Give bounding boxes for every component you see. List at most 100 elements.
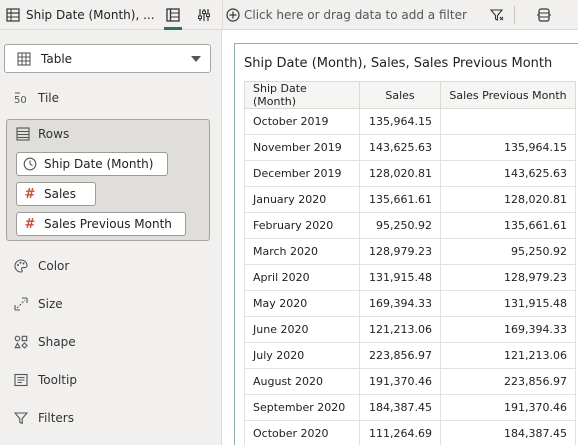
filters-section[interactable]: Filters	[14, 408, 74, 428]
table-row[interactable]: October 2019 135,964.15	[244, 108, 576, 135]
cell-sales[interactable]: 131,915.48	[359, 264, 441, 291]
data-action-button[interactable]	[533, 0, 555, 30]
canvas-tab[interactable]: Ship Date (Month), ...	[0, 0, 158, 30]
cell-sales[interactable]: 223,856.97	[359, 342, 441, 369]
cell-sales[interactable]: 191,370.46	[359, 368, 441, 395]
tooltip-section[interactable]: Tooltip	[14, 370, 77, 390]
tile-section[interactable]: 50 Tile	[14, 88, 59, 108]
cell-ship-date[interactable]: October 2019	[244, 108, 360, 135]
cell-sales-previous-month[interactable]: 184,387.45	[440, 420, 576, 445]
cell-sales-previous-month[interactable]: 135,964.15	[440, 134, 576, 161]
cell-ship-date[interactable]: October 2020	[244, 420, 360, 445]
properties-button[interactable]	[193, 0, 215, 30]
table-row[interactable]: October 2020 111,264.69 184,387.45	[244, 420, 576, 445]
cell-ship-date[interactable]: April 2020	[244, 264, 360, 291]
column-header-sales-previous-month[interactable]: Sales Previous Month	[440, 81, 576, 109]
filter-placeholder: Click here or drag data to add a filter	[244, 8, 467, 22]
cell-sales-previous-month[interactable]: 128,020.81	[440, 186, 576, 213]
table-icon	[17, 51, 31, 66]
row-pill-sales-previous-month[interactable]: # Sales Previous Month	[16, 212, 186, 236]
tooltip-icon	[14, 373, 28, 387]
cell-sales-previous-month[interactable]	[440, 108, 576, 135]
size-section[interactable]: Size	[14, 294, 63, 314]
table-row[interactable]: June 2020 121,213.06 169,394.33	[244, 316, 576, 343]
cell-sales[interactable]: 184,387.45	[359, 394, 441, 421]
size-label: Size	[38, 297, 63, 311]
table-row[interactable]: May 2020 169,394.33 131,915.48	[244, 290, 576, 317]
rows-icon	[16, 127, 30, 141]
filter-options-button[interactable]	[486, 0, 508, 30]
table-row[interactable]: December 2019 128,020.81 143,625.63	[244, 160, 576, 187]
tile-label: Tile	[38, 91, 60, 105]
filter-bar[interactable]: Click here or drag data to add a filter	[226, 0, 508, 30]
cell-ship-date[interactable]: May 2020	[244, 290, 360, 317]
toolbar-divider	[514, 6, 515, 24]
table-row[interactable]: March 2020 128,979.23 95,250.92	[244, 238, 576, 265]
viz-type-select[interactable]: Table	[4, 44, 211, 73]
visualization-canvas[interactable]: Ship Date (Month), Sales, Sales Previous…	[234, 43, 578, 445]
cell-ship-date[interactable]: September 2020	[244, 394, 360, 421]
table-icon	[6, 8, 20, 22]
cell-sales[interactable]: 135,964.15	[359, 108, 441, 135]
svg-text:50: 50	[14, 95, 27, 105]
toolbar-divider	[222, 0, 223, 30]
rows-drop-zone[interactable]: Rows Ship Date (Month) # Sales # Sales P…	[6, 119, 210, 241]
tooltip-label: Tooltip	[38, 373, 77, 387]
cell-ship-date[interactable]: March 2020	[244, 238, 360, 265]
rows-label: Rows	[38, 127, 70, 141]
cell-sales-previous-month[interactable]: 95,250.92	[440, 238, 576, 265]
cell-sales-previous-month[interactable]: 131,915.48	[440, 290, 576, 317]
cell-sales[interactable]: 111,264.69	[359, 420, 441, 445]
cell-sales-previous-month[interactable]: 135,661.61	[440, 212, 576, 239]
cell-ship-date[interactable]: February 2020	[244, 212, 360, 239]
table-row[interactable]: August 2020 191,370.46 223,856.97	[244, 368, 576, 395]
cell-ship-date[interactable]: November 2019	[244, 134, 360, 161]
shapes-icon	[14, 335, 28, 349]
cell-sales-previous-month[interactable]: 121,213.06	[440, 342, 576, 369]
cell-sales[interactable]: 135,661.61	[359, 186, 441, 213]
cell-ship-date[interactable]: January 2020	[244, 186, 360, 213]
measure-hash-icon: #	[24, 216, 36, 232]
shape-label: Shape	[38, 335, 76, 349]
cell-sales-previous-month[interactable]: 128,979.23	[440, 264, 576, 291]
color-section[interactable]: Color	[14, 256, 69, 276]
cell-sales[interactable]: 169,394.33	[359, 290, 441, 317]
row-pill-ship-date[interactable]: Ship Date (Month)	[16, 152, 168, 176]
table-row[interactable]: January 2020 135,661.61 128,020.81	[244, 186, 576, 213]
cell-sales-previous-month[interactable]: 223,856.97	[440, 368, 576, 395]
shape-section[interactable]: Shape	[14, 332, 76, 352]
cell-ship-date[interactable]: December 2019	[244, 160, 360, 187]
cell-sales[interactable]: 128,979.23	[359, 238, 441, 265]
table-row[interactable]: April 2020 131,915.48 128,979.23	[244, 264, 576, 291]
grammar-panel-button[interactable]	[162, 0, 184, 30]
cell-ship-date[interactable]: June 2020	[244, 316, 360, 343]
table-row[interactable]: November 2019 143,625.63 135,964.15	[244, 134, 576, 161]
cell-sales-previous-month[interactable]: 169,394.33	[440, 316, 576, 343]
cell-sales[interactable]: 95,250.92	[359, 212, 441, 239]
table-row[interactable]: September 2020 184,387.45 191,370.46	[244, 394, 576, 421]
cell-ship-date[interactable]: July 2020	[244, 342, 360, 369]
row-pill-sales[interactable]: # Sales	[16, 182, 96, 206]
cell-ship-date[interactable]: August 2020	[244, 368, 360, 395]
column-header-sales[interactable]: Sales	[359, 81, 441, 109]
column-header-ship-date[interactable]: Ship Date (Month)	[244, 81, 360, 109]
filter-icon	[14, 412, 28, 425]
cell-sales-previous-month[interactable]: 191,370.46	[440, 394, 576, 421]
table-row[interactable]: July 2020 223,856.97 121,213.06	[244, 342, 576, 369]
data-table[interactable]: Ship Date (Month) Sales Sales Previous M…	[244, 81, 576, 445]
cell-sales[interactable]: 128,020.81	[359, 160, 441, 187]
table-header-row: Ship Date (Month) Sales Sales Previous M…	[244, 81, 576, 109]
cell-sales[interactable]: 143,625.63	[359, 134, 441, 161]
table-row[interactable]: February 2020 95,250.92 135,661.61	[244, 212, 576, 239]
clock-icon	[23, 157, 37, 171]
row-pill-label: Sales Previous Month	[44, 217, 172, 231]
cell-sales-previous-month[interactable]: 143,625.63	[440, 160, 576, 187]
add-filter-icon	[226, 8, 240, 22]
canvas-tab-label: Ship Date (Month), ...	[26, 8, 155, 22]
measure-hash-icon: #	[24, 186, 36, 202]
sliders-icon	[198, 9, 210, 21]
row-pill-label: Ship Date (Month)	[44, 157, 154, 171]
table-body: October 2019 135,964.15 November 2019 143,6…	[244, 108, 576, 445]
cell-sales[interactable]: 121,213.06	[359, 316, 441, 343]
resize-icon	[14, 297, 28, 311]
